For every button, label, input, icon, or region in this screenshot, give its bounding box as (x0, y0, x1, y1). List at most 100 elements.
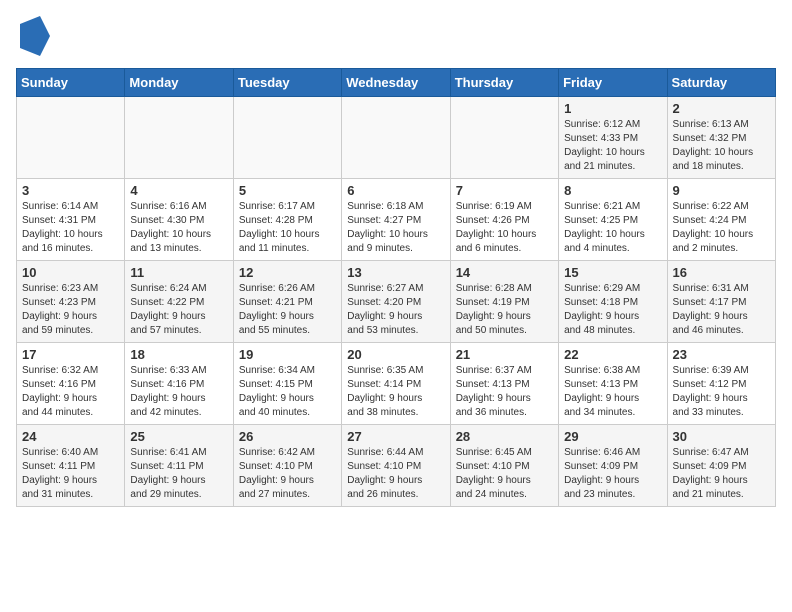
weekday-header-sunday: Sunday (17, 69, 125, 97)
day-info: Sunrise: 6:37 AM Sunset: 4:13 PM Dayligh… (456, 364, 553, 420)
day-number: 22 (564, 347, 661, 362)
day-info: Sunrise: 6:27 AM Sunset: 4:20 PM Dayligh… (347, 282, 444, 338)
day-info: Sunrise: 6:39 AM Sunset: 4:12 PM Dayligh… (673, 364, 770, 420)
day-info: Sunrise: 6:46 AM Sunset: 4:09 PM Dayligh… (564, 446, 661, 502)
day-number: 12 (239, 265, 336, 280)
day-info: Sunrise: 6:22 AM Sunset: 4:24 PM Dayligh… (673, 200, 770, 256)
day-number: 8 (564, 183, 661, 198)
day-number: 5 (239, 183, 336, 198)
calendar-cell: 8 Sunrise: 6:21 AM Sunset: 4:25 PM Daylig… (559, 179, 667, 261)
calendar-cell: 9 Sunrise: 6:22 AM Sunset: 4:24 PM Daylig… (667, 179, 775, 261)
calendar-cell: 3Sunrise: 6:14 AM Sunset: 4:31 PM Daylig… (17, 179, 125, 261)
calendar-cell: 2 Sunrise: 6:13 AM Sunset: 4:32 PM Daylig… (667, 97, 775, 179)
calendar-cell (342, 97, 450, 179)
calendar-cell: 5 Sunrise: 6:17 AM Sunset: 4:28 PM Daylig… (233, 179, 341, 261)
calendar-cell: 19 Sunrise: 6:34 AM Sunset: 4:15 PM Dayli… (233, 343, 341, 425)
day-info: Sunrise: 6:24 AM Sunset: 4:22 PM Dayligh… (130, 282, 227, 338)
day-info: Sunrise: 6:14 AM Sunset: 4:31 PM Dayligh… (22, 200, 119, 256)
calendar-cell: 22 Sunrise: 6:38 AM Sunset: 4:13 PM Dayli… (559, 343, 667, 425)
day-number: 1 (564, 101, 661, 116)
day-info: Sunrise: 6:21 AM Sunset: 4:25 PM Dayligh… (564, 200, 661, 256)
day-number: 10 (22, 265, 119, 280)
day-number: 25 (130, 429, 227, 444)
calendar-week-row: 3Sunrise: 6:14 AM Sunset: 4:31 PM Daylig… (17, 179, 776, 261)
day-info: Sunrise: 6:45 AM Sunset: 4:10 PM Dayligh… (456, 446, 553, 502)
day-info: Sunrise: 6:18 AM Sunset: 4:27 PM Dayligh… (347, 200, 444, 256)
day-info: Sunrise: 6:17 AM Sunset: 4:28 PM Dayligh… (239, 200, 336, 256)
day-number: 29 (564, 429, 661, 444)
day-number: 28 (456, 429, 553, 444)
day-number: 20 (347, 347, 444, 362)
calendar-cell: 10Sunrise: 6:23 AM Sunset: 4:23 PM Dayli… (17, 261, 125, 343)
day-number: 9 (673, 183, 770, 198)
day-info: Sunrise: 6:34 AM Sunset: 4:15 PM Dayligh… (239, 364, 336, 420)
calendar-cell: 24 Sunrise: 6:40 AM Sunset: 4:11 PM Dayli… (17, 425, 125, 507)
day-info: Sunrise: 6:26 AM Sunset: 4:21 PM Dayligh… (239, 282, 336, 338)
logo (16, 16, 50, 56)
day-info: Sunrise: 6:13 AM Sunset: 4:32 PM Dayligh… (673, 118, 770, 174)
calendar-cell: 28 Sunrise: 6:45 AM Sunset: 4:10 PM Dayli… (450, 425, 558, 507)
day-number: 24 (22, 429, 119, 444)
day-number: 4 (130, 183, 227, 198)
day-info: Sunrise: 6:19 AM Sunset: 4:26 PM Dayligh… (456, 200, 553, 256)
calendar-cell: 7 Sunrise: 6:19 AM Sunset: 4:26 PM Daylig… (450, 179, 558, 261)
day-number: 13 (347, 265, 444, 280)
day-number: 23 (673, 347, 770, 362)
day-info: Sunrise: 6:40 AM Sunset: 4:11 PM Dayligh… (22, 446, 119, 502)
day-number: 7 (456, 183, 553, 198)
day-info: Sunrise: 6:35 AM Sunset: 4:14 PM Dayligh… (347, 364, 444, 420)
day-info: Sunrise: 6:42 AM Sunset: 4:10 PM Dayligh… (239, 446, 336, 502)
calendar-cell: 20 Sunrise: 6:35 AM Sunset: 4:14 PM Dayli… (342, 343, 450, 425)
calendar-cell: 12 Sunrise: 6:26 AM Sunset: 4:21 PM Dayli… (233, 261, 341, 343)
day-info: Sunrise: 6:41 AM Sunset: 4:11 PM Dayligh… (130, 446, 227, 502)
calendar-week-row: 24 Sunrise: 6:40 AM Sunset: 4:11 PM Dayli… (17, 425, 776, 507)
calendar-week-row: 1 Sunrise: 6:12 AM Sunset: 4:33 PM Daylig… (17, 97, 776, 179)
calendar-table: SundayMondayTuesdayWednesdayThursdayFrid… (16, 68, 776, 507)
day-number: 2 (673, 101, 770, 116)
day-number: 6 (347, 183, 444, 198)
calendar-cell: 25 Sunrise: 6:41 AM Sunset: 4:11 PM Dayli… (125, 425, 233, 507)
calendar-cell: 1 Sunrise: 6:12 AM Sunset: 4:33 PM Daylig… (559, 97, 667, 179)
calendar-cell (233, 97, 341, 179)
weekday-header-friday: Friday (559, 69, 667, 97)
calendar-cell: 14 Sunrise: 6:28 AM Sunset: 4:19 PM Dayli… (450, 261, 558, 343)
calendar-cell (125, 97, 233, 179)
calendar-cell: 18 Sunrise: 6:33 AM Sunset: 4:16 PM Dayli… (125, 343, 233, 425)
day-info: Sunrise: 6:28 AM Sunset: 4:19 PM Dayligh… (456, 282, 553, 338)
day-info: Sunrise: 6:33 AM Sunset: 4:16 PM Dayligh… (130, 364, 227, 420)
weekday-header-saturday: Saturday (667, 69, 775, 97)
calendar-cell: 11 Sunrise: 6:24 AM Sunset: 4:22 PM Dayli… (125, 261, 233, 343)
calendar-cell: 21 Sunrise: 6:37 AM Sunset: 4:13 PM Dayli… (450, 343, 558, 425)
day-number: 14 (456, 265, 553, 280)
day-number: 18 (130, 347, 227, 362)
calendar-cell (17, 97, 125, 179)
calendar-cell: 16Sunrise: 6:31 AM Sunset: 4:17 PM Dayli… (667, 261, 775, 343)
day-number: 21 (456, 347, 553, 362)
calendar-cell: 26 Sunrise: 6:42 AM Sunset: 4:10 PM Dayli… (233, 425, 341, 507)
calendar-header-row: SundayMondayTuesdayWednesdayThursdayFrid… (17, 69, 776, 97)
day-number: 26 (239, 429, 336, 444)
calendar-cell: 23 Sunrise: 6:39 AM Sunset: 4:12 PM Dayli… (667, 343, 775, 425)
calendar-cell: 15Sunrise: 6:29 AM Sunset: 4:18 PM Dayli… (559, 261, 667, 343)
day-info: Sunrise: 6:32 AM Sunset: 4:16 PM Dayligh… (22, 364, 119, 420)
logo-icon (20, 16, 50, 56)
day-info: Sunrise: 6:12 AM Sunset: 4:33 PM Dayligh… (564, 118, 661, 174)
weekday-header-monday: Monday (125, 69, 233, 97)
day-number: 17 (22, 347, 119, 362)
day-info: Sunrise: 6:16 AM Sunset: 4:30 PM Dayligh… (130, 200, 227, 256)
weekday-header-wednesday: Wednesday (342, 69, 450, 97)
day-number: 30 (673, 429, 770, 444)
day-info: Sunrise: 6:44 AM Sunset: 4:10 PM Dayligh… (347, 446, 444, 502)
weekday-header-thursday: Thursday (450, 69, 558, 97)
day-info: Sunrise: 6:38 AM Sunset: 4:13 PM Dayligh… (564, 364, 661, 420)
calendar-cell: 4 Sunrise: 6:16 AM Sunset: 4:30 PM Daylig… (125, 179, 233, 261)
day-number: 27 (347, 429, 444, 444)
day-number: 16 (673, 265, 770, 280)
day-info: Sunrise: 6:47 AM Sunset: 4:09 PM Dayligh… (673, 446, 770, 502)
day-number: 19 (239, 347, 336, 362)
calendar-cell: 29 Sunrise: 6:46 AM Sunset: 4:09 PM Dayli… (559, 425, 667, 507)
calendar-cell: 13 Sunrise: 6:27 AM Sunset: 4:20 PM Dayli… (342, 261, 450, 343)
calendar-cell: 30 Sunrise: 6:47 AM Sunset: 4:09 PM Dayli… (667, 425, 775, 507)
day-info: Sunrise: 6:29 AM Sunset: 4:18 PM Dayligh… (564, 282, 661, 338)
day-number: 11 (130, 265, 227, 280)
